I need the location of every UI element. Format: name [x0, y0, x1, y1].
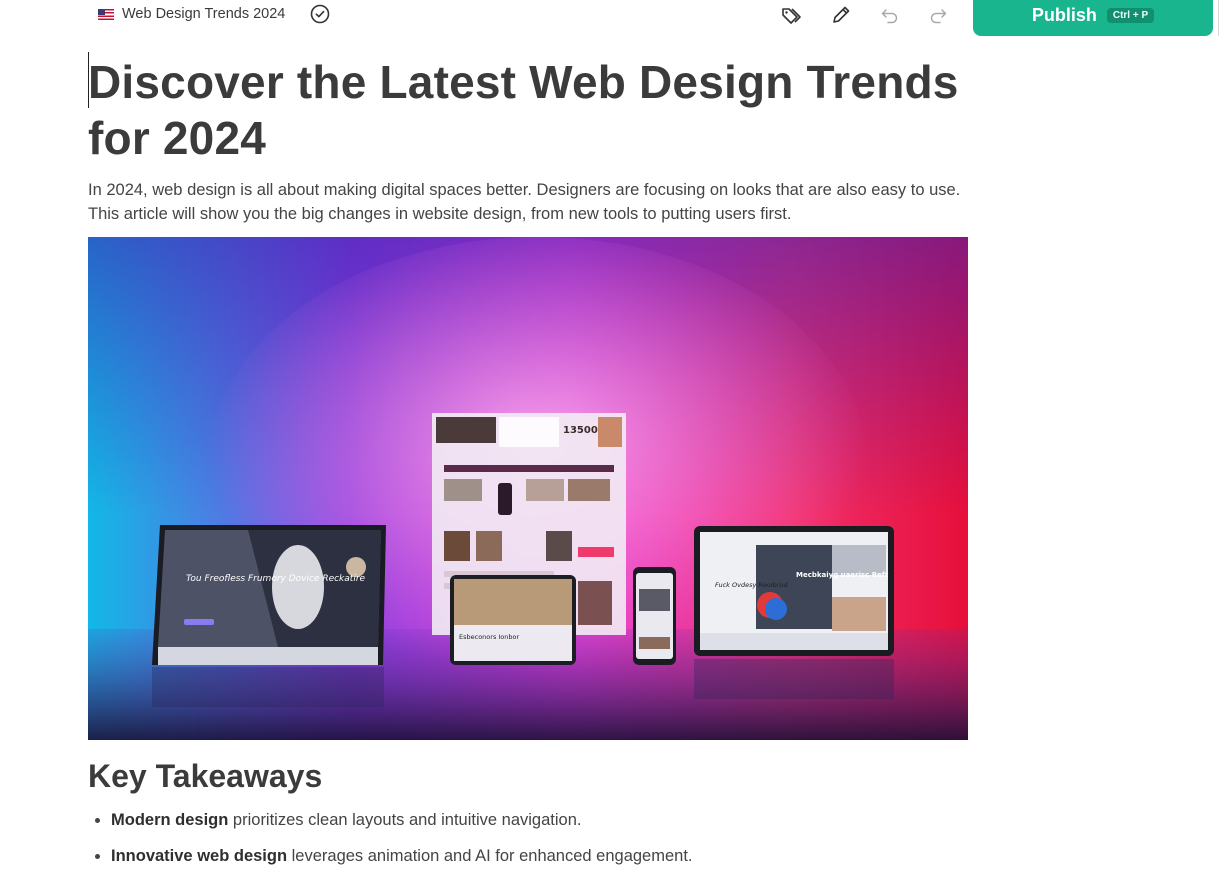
takeaway-text: leverages animation and AI for enhanced … [287, 847, 693, 865]
publish-button[interactable]: Publish Ctrl + P [973, 0, 1213, 36]
takeaway-bold: Modern design [111, 811, 229, 829]
right-tablet-feature: Mecbkaiyg uaerisc Beft [796, 571, 889, 579]
left-tablet-mockup: Tou Freofless Frumory Dovice Reckatire [152, 525, 386, 665]
right-tablet-heading: Fuck Ovdesy Reoibrod [715, 581, 788, 589]
center-stat: 13500 [563, 425, 598, 436]
flag-us-icon [98, 8, 114, 20]
hero-illustration: 13500 Tou Freofless Frumory Dovice Recka… [88, 237, 968, 740]
redo-button[interactable] [926, 4, 950, 26]
takeaway-text: prioritizes clean layouts and intuitive … [228, 811, 582, 829]
section-heading[interactable]: Key Takeaways [88, 756, 322, 796]
undo-button[interactable] [878, 4, 902, 26]
undo-icon [881, 9, 898, 24]
tags-icon [782, 8, 801, 24]
document-title: Web Design Trends 2024 [122, 6, 286, 22]
article-title[interactable]: Discover the Latest Web Design Trends fo… [88, 54, 968, 166]
edit-button[interactable] [829, 4, 853, 26]
list-item[interactable]: Innovative web design leverages animatio… [111, 844, 991, 868]
small-tablet-heading: Esbeconors Ionbor [459, 633, 520, 641]
publish-label: Publish [1031, 4, 1097, 25]
panel-edge [1218, 0, 1224, 36]
article-intro[interactable]: In 2024, web design is all about making … [88, 178, 968, 226]
phone-mockup [633, 567, 676, 665]
hero-image[interactable]: 13500 Tou Freofless Frumory Dovice Recka… [88, 237, 968, 740]
takeaway-bold: Innovative web design [111, 847, 288, 865]
publish-shortcut: Ctrl + P [1106, 7, 1155, 23]
list-item[interactable]: Modern design prioritizes clean layouts … [111, 808, 991, 832]
document-tag[interactable]: Web Design Trends 2024 [98, 4, 285, 24]
pencil-icon [833, 6, 850, 23]
editor-toolbar: Web Design Trends 2024 Publish Ctrl + P [0, 0, 1224, 36]
tags-button[interactable] [780, 4, 804, 26]
right-tablet-mockup: Fuck Ovdesy Reoibrod Mecbkaiyg uaerisc B… [694, 526, 894, 656]
left-tablet-heading: Tou Freofless Frumory Dovice Reckatire [186, 574, 366, 584]
check-circle-icon[interactable] [310, 4, 330, 24]
small-tablet-mockup: Esbeconors Ionbor [450, 575, 576, 665]
takeaways-list: Modern design prioritizes clean layouts … [88, 808, 991, 880]
redo-icon [930, 9, 947, 24]
